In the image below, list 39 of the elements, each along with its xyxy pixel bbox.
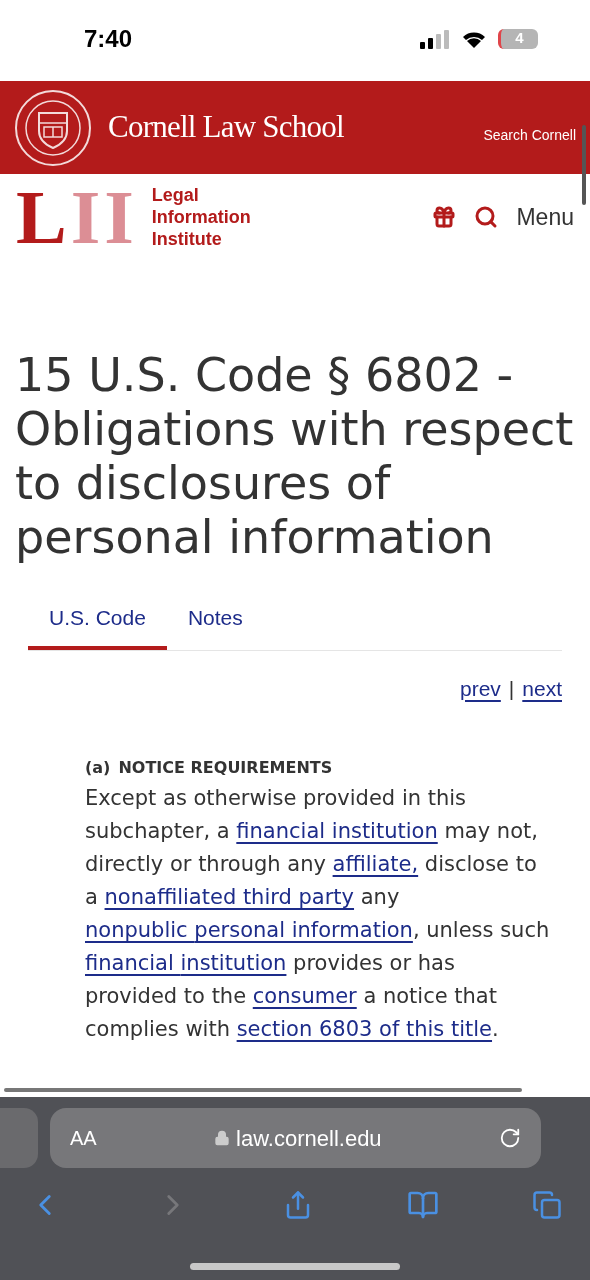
lock-icon	[214, 1130, 231, 1146]
logo-text: Legal	[151, 184, 200, 206]
logo-text: Institute	[151, 228, 223, 250]
status-time: 7:40	[84, 23, 133, 54]
tabs-icon[interactable]	[532, 1190, 562, 1220]
text-link[interactable]: financial	[85, 951, 181, 975]
reload-icon[interactable]	[499, 1127, 521, 1149]
prev-link[interactable]: prev	[459, 672, 501, 704]
search-icon[interactable]	[474, 205, 499, 229]
text-link[interactable]: nonpublic	[85, 918, 195, 942]
gift-icon[interactable]	[432, 205, 457, 229]
tab[interactable]: U.S. Code	[28, 602, 167, 650]
address-bar[interactable]: AA law.cornell.edu	[50, 1108, 541, 1168]
text-link[interactable]: consumer	[252, 984, 357, 1008]
text-link[interactable]: financial institution	[236, 819, 438, 843]
url-text: law.cornell.edu	[236, 1124, 382, 1153]
logo-text: Information	[151, 206, 251, 228]
text-link[interactable]: affiliate,	[332, 852, 419, 876]
text-link[interactable]: section 6803 of this title	[236, 1017, 493, 1041]
tab[interactable]: Notes	[166, 602, 264, 650]
text-link[interactable]: institution	[180, 951, 287, 975]
battery-indicator: 4	[498, 28, 538, 49]
page-title: 15 U.S. Code § 6802 - Obligations with respect to disclosures of personal information	[14, 348, 575, 564]
banner-title: Cornell Law School	[108, 108, 344, 147]
lii-logo: LII	[16, 179, 138, 255]
text-link[interactable]: nonaffiliated third party	[104, 885, 355, 909]
text-size-button[interactable]: AA	[70, 1123, 97, 1153]
text-link[interactable]: personal information	[194, 918, 413, 942]
menu-button[interactable]: Menu	[516, 199, 574, 235]
bookmarks-icon[interactable]	[406, 1189, 439, 1221]
section-label: (a)	[85, 757, 111, 779]
seal-icon	[14, 88, 92, 167]
section-heading: NOTICE REQUIREMENTS	[118, 757, 333, 779]
next-link[interactable]: next	[522, 672, 562, 704]
search-cornell-link[interactable]: Search Cornell	[483, 125, 576, 146]
section-paragraph: Except as otherwise provided in this subchapter, a financial institution may not, directly or through any affiliate, disclose to a nonaffiliated third party any nonpublic personal information, unless such financial institution provides or has provided to the consumer a notice that complies with section 6803 of this title.	[85, 785, 550, 1043]
previous-tab-preview[interactable]	[0, 1108, 38, 1168]
signal-icon	[420, 28, 450, 49]
pager-separator: |	[508, 675, 515, 702]
